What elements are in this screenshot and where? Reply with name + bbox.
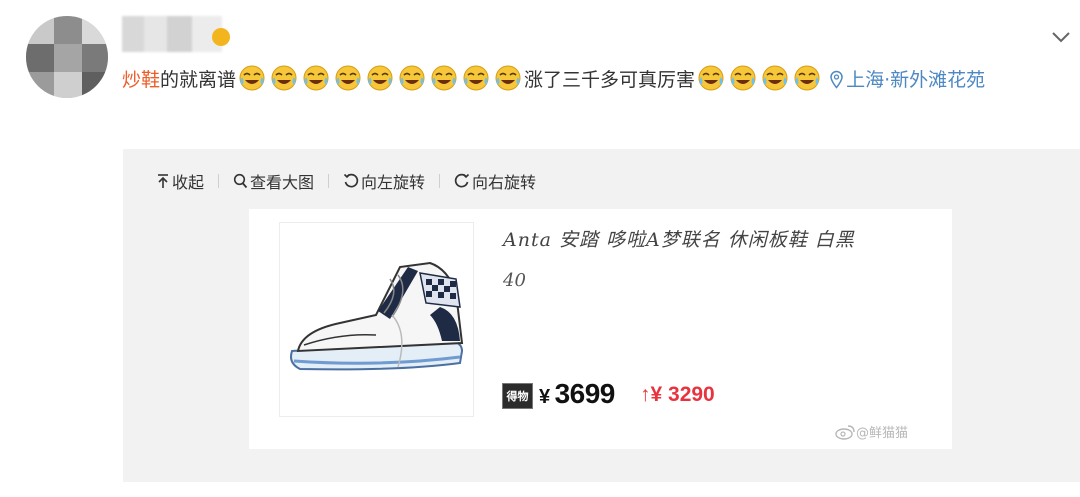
laugh-cry-icon	[431, 65, 457, 91]
divider	[328, 174, 330, 188]
rotate-right-label: 向右旋转	[472, 173, 537, 192]
laugh-cry-icon	[335, 65, 361, 91]
collapse-label: 收起	[172, 173, 205, 192]
rise-arrow-icon: ↑	[640, 383, 651, 406]
weibo-watermark: @鲜猫猫	[834, 422, 908, 441]
laugh-cry-icon	[367, 65, 393, 91]
product-price: ¥ 3699	[539, 378, 615, 410]
laugh-cry-icon	[303, 65, 329, 91]
weibo-logo-icon	[835, 424, 855, 440]
view-large-button[interactable]: 查看大图	[233, 169, 314, 193]
rise-amount: ¥ 3290	[650, 383, 715, 406]
divider	[439, 174, 441, 188]
laugh-cry-icon	[730, 65, 756, 91]
product-title: Anta 安踏 哆啦A梦联名 休闲板鞋 白黑	[503, 229, 855, 251]
sneaker-image	[290, 261, 464, 371]
location-link[interactable]: 上海·新外滩花苑	[829, 69, 985, 91]
image-toolbar: 收起 查看大图 向左旋转 向右旋转	[156, 166, 536, 196]
rotate-left-label: 向左旋转	[361, 173, 426, 192]
watermark-text: @鲜猫猫	[856, 426, 909, 441]
currency-symbol: ¥	[539, 386, 551, 408]
laugh-cry-icon	[495, 65, 521, 91]
collapse-button[interactable]: 收起	[156, 169, 204, 193]
chevron-down-icon[interactable]	[1048, 24, 1074, 50]
laugh-cry-icon	[794, 65, 820, 91]
laugh-cry-icon	[239, 65, 265, 91]
username-badge-icon	[212, 28, 230, 46]
laugh-cry-icon	[271, 65, 297, 91]
view-large-label: 查看大图	[250, 173, 315, 192]
rotate-left-button[interactable]: 向左旋转	[343, 169, 425, 193]
product-thumbnail	[279, 222, 474, 417]
divider	[218, 174, 220, 188]
search-icon	[233, 173, 248, 189]
price-value: 3699	[554, 378, 616, 409]
arrow-up-icon	[158, 174, 168, 188]
rotate-right-icon	[454, 173, 470, 188]
price-rise: ↑¥ 3290	[640, 383, 715, 407]
laugh-cry-icon	[762, 65, 788, 91]
product-size: 40	[503, 270, 526, 291]
laugh-cry-icon	[399, 65, 425, 91]
laugh-cry-icon	[463, 65, 489, 91]
rotate-left-icon	[343, 173, 359, 188]
post-text-part2: 涨了三千多可真厉害	[524, 69, 696, 91]
post-text-part1: 的就离谱	[160, 69, 237, 91]
rotate-right-button[interactable]: 向右旋转	[454, 169, 536, 193]
username-blurred[interactable]	[122, 16, 222, 52]
laugh-cry-icon	[698, 65, 724, 91]
dewu-logo: 得物	[502, 383, 533, 409]
emoji-group-2	[695, 65, 823, 91]
location-pin-icon	[830, 70, 843, 89]
post-text: 炒鞋的就离谱 涨了三千多可真厉害 上海·新外滩花苑	[122, 60, 1052, 101]
location-label: 上海·新外滩花苑	[846, 69, 986, 91]
hashtag-link[interactable]: 炒鞋	[122, 69, 160, 91]
emoji-group-1	[236, 65, 524, 91]
avatar[interactable]	[26, 16, 108, 98]
